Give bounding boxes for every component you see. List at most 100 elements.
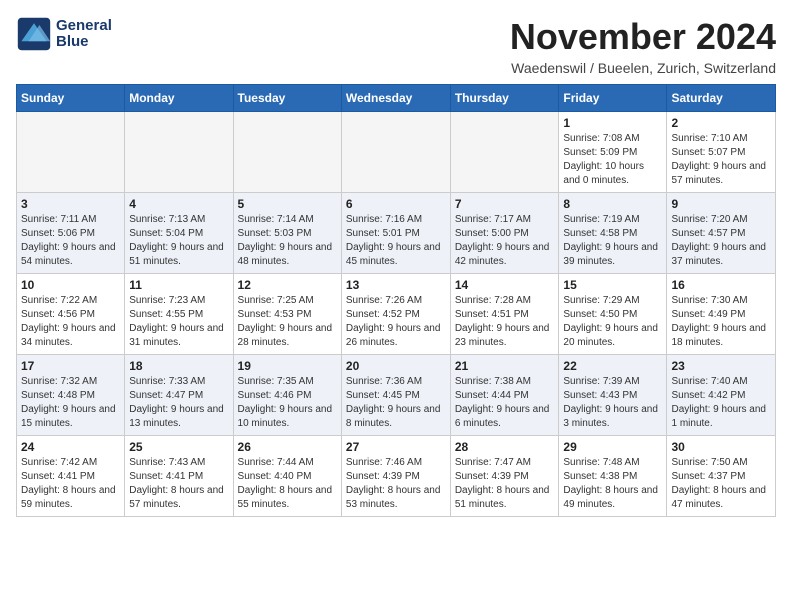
day-number: 24 bbox=[21, 440, 120, 454]
day-number: 5 bbox=[238, 197, 337, 211]
calendar-cell: 14 Sunrise: 7:28 AM Sunset: 4:51 PM Dayli… bbox=[450, 274, 559, 355]
day-info: Sunrise: 7:42 AM Sunset: 4:41 PM Dayligh… bbox=[21, 456, 120, 512]
day-number: 19 bbox=[238, 359, 337, 373]
day-info: Sunrise: 7:25 AM Sunset: 4:53 PM Dayligh… bbox=[238, 294, 337, 350]
day-number: 13 bbox=[346, 278, 446, 292]
calendar-week-4: 17 Sunrise: 7:32 AM Sunset: 4:48 PM Dayli… bbox=[17, 355, 776, 436]
weekday-header-thursday: Thursday bbox=[450, 85, 559, 112]
day-info: Sunrise: 7:10 AM Sunset: 5:07 PM Dayligh… bbox=[671, 132, 771, 188]
day-number: 21 bbox=[455, 359, 555, 373]
calendar-cell bbox=[233, 112, 341, 193]
calendar-cell: 19Sunrise: 7:35 AM Sunset: 4:46 PM Dayli… bbox=[233, 355, 341, 436]
weekday-header-saturday: Saturday bbox=[667, 85, 776, 112]
day-number: 4 bbox=[129, 197, 228, 211]
calendar-cell: 24 Sunrise: 7:42 AM Sunset: 4:41 PM Dayli… bbox=[17, 436, 125, 517]
day-number: 15 bbox=[563, 278, 662, 292]
month-title: November 2024 bbox=[510, 16, 776, 58]
day-number: 12 bbox=[238, 278, 337, 292]
day-info: Sunrise: 7:23 AM Sunset: 4:55 PM Dayligh… bbox=[129, 294, 228, 350]
calendar-cell: 4 Sunrise: 7:13 AM Sunset: 5:04 PM Daylig… bbox=[125, 193, 233, 274]
calendar-week-1: 1Sunrise: 7:08 AM Sunset: 5:09 PM Daylig… bbox=[17, 112, 776, 193]
day-info: Sunrise: 7:44 AM Sunset: 4:40 PM Dayligh… bbox=[238, 456, 337, 512]
day-number: 10 bbox=[21, 278, 120, 292]
day-info: Sunrise: 7:26 AM Sunset: 4:52 PM Dayligh… bbox=[346, 294, 446, 350]
calendar-table: SundayMondayTuesdayWednesdayThursdayFrid… bbox=[16, 84, 776, 517]
logo-icon bbox=[16, 16, 52, 52]
page-header: General Blue November 2024 Waedenswil / … bbox=[16, 16, 776, 76]
day-number: 30 bbox=[671, 440, 771, 454]
calendar-week-5: 24 Sunrise: 7:42 AM Sunset: 4:41 PM Dayli… bbox=[17, 436, 776, 517]
day-number: 14 bbox=[455, 278, 555, 292]
day-number: 18 bbox=[129, 359, 228, 373]
day-info: Sunrise: 7:36 AM Sunset: 4:45 PM Dayligh… bbox=[346, 375, 446, 431]
day-number: 22 bbox=[563, 359, 662, 373]
location-title: Waedenswil / Bueelen, Zurich, Switzerlan… bbox=[510, 60, 776, 76]
calendar-cell: 27 Sunrise: 7:46 AM Sunset: 4:39 PM Dayli… bbox=[341, 436, 450, 517]
day-info: Sunrise: 7:48 AM Sunset: 4:38 PM Dayligh… bbox=[563, 456, 662, 512]
day-number: 16 bbox=[671, 278, 771, 292]
calendar-cell: 21 Sunrise: 7:38 AM Sunset: 4:44 PM Dayli… bbox=[450, 355, 559, 436]
calendar-cell: 23Sunrise: 7:40 AM Sunset: 4:42 PM Dayli… bbox=[667, 355, 776, 436]
calendar-cell: 13 Sunrise: 7:26 AM Sunset: 4:52 PM Dayli… bbox=[341, 274, 450, 355]
calendar-cell: 5 Sunrise: 7:14 AM Sunset: 5:03 PM Daylig… bbox=[233, 193, 341, 274]
day-info: Sunrise: 7:47 AM Sunset: 4:39 PM Dayligh… bbox=[455, 456, 555, 512]
day-number: 20 bbox=[346, 359, 446, 373]
day-info: Sunrise: 7:40 AM Sunset: 4:42 PM Dayligh… bbox=[671, 375, 771, 431]
day-number: 7 bbox=[455, 197, 555, 211]
weekday-header-friday: Friday bbox=[559, 85, 667, 112]
day-info: Sunrise: 7:29 AM Sunset: 4:50 PM Dayligh… bbox=[563, 294, 662, 350]
calendar-cell: 25 Sunrise: 7:43 AM Sunset: 4:41 PM Dayli… bbox=[125, 436, 233, 517]
day-number: 3 bbox=[21, 197, 120, 211]
day-info: Sunrise: 7:38 AM Sunset: 4:44 PM Dayligh… bbox=[455, 375, 555, 431]
calendar-cell: 6 Sunrise: 7:16 AM Sunset: 5:01 PM Daylig… bbox=[341, 193, 450, 274]
day-number: 2 bbox=[671, 116, 771, 130]
calendar-cell bbox=[341, 112, 450, 193]
day-number: 26 bbox=[238, 440, 337, 454]
calendar-cell: 1Sunrise: 7:08 AM Sunset: 5:09 PM Daylig… bbox=[559, 112, 667, 193]
calendar-cell bbox=[17, 112, 125, 193]
day-number: 1 bbox=[563, 116, 662, 130]
day-info: Sunrise: 7:22 AM Sunset: 4:56 PM Dayligh… bbox=[21, 294, 120, 350]
calendar-cell: 28Sunrise: 7:47 AM Sunset: 4:39 PM Dayli… bbox=[450, 436, 559, 517]
calendar-cell: 29 Sunrise: 7:48 AM Sunset: 4:38 PM Dayli… bbox=[559, 436, 667, 517]
calendar-cell: 12 Sunrise: 7:25 AM Sunset: 4:53 PM Dayli… bbox=[233, 274, 341, 355]
calendar-cell: 10 Sunrise: 7:22 AM Sunset: 4:56 PM Dayli… bbox=[17, 274, 125, 355]
day-number: 6 bbox=[346, 197, 446, 211]
day-info: Sunrise: 7:43 AM Sunset: 4:41 PM Dayligh… bbox=[129, 456, 228, 512]
calendar-cell: 26 Sunrise: 7:44 AM Sunset: 4:40 PM Dayli… bbox=[233, 436, 341, 517]
day-number: 25 bbox=[129, 440, 228, 454]
day-info: Sunrise: 7:50 AM Sunset: 4:37 PM Dayligh… bbox=[671, 456, 771, 512]
calendar-cell: 3Sunrise: 7:11 AM Sunset: 5:06 PM Daylig… bbox=[17, 193, 125, 274]
calendar-cell: 11 Sunrise: 7:23 AM Sunset: 4:55 PM Dayli… bbox=[125, 274, 233, 355]
day-info: Sunrise: 7:14 AM Sunset: 5:03 PM Dayligh… bbox=[238, 213, 337, 269]
calendar-cell bbox=[450, 112, 559, 193]
calendar-cell: 30 Sunrise: 7:50 AM Sunset: 4:37 PM Dayli… bbox=[667, 436, 776, 517]
title-area: November 2024 Waedenswil / Bueelen, Zuri… bbox=[510, 16, 776, 76]
day-info: Sunrise: 7:17 AM Sunset: 5:00 PM Dayligh… bbox=[455, 213, 555, 269]
day-info: Sunrise: 7:46 AM Sunset: 4:39 PM Dayligh… bbox=[346, 456, 446, 512]
day-number: 8 bbox=[563, 197, 662, 211]
day-info: Sunrise: 7:32 AM Sunset: 4:48 PM Dayligh… bbox=[21, 375, 120, 431]
day-number: 17 bbox=[21, 359, 120, 373]
calendar-cell bbox=[125, 112, 233, 193]
calendar-header-row: SundayMondayTuesdayWednesdayThursdayFrid… bbox=[17, 85, 776, 112]
calendar-week-2: 3Sunrise: 7:11 AM Sunset: 5:06 PM Daylig… bbox=[17, 193, 776, 274]
weekday-header-monday: Monday bbox=[125, 85, 233, 112]
calendar-cell: 7 Sunrise: 7:17 AM Sunset: 5:00 PM Daylig… bbox=[450, 193, 559, 274]
day-info: Sunrise: 7:30 AM Sunset: 4:49 PM Dayligh… bbox=[671, 294, 771, 350]
calendar-cell: 16 Sunrise: 7:30 AM Sunset: 4:49 PM Dayli… bbox=[667, 274, 776, 355]
day-info: Sunrise: 7:19 AM Sunset: 4:58 PM Dayligh… bbox=[563, 213, 662, 269]
calendar-cell: 9Sunrise: 7:20 AM Sunset: 4:57 PM Daylig… bbox=[667, 193, 776, 274]
day-number: 29 bbox=[563, 440, 662, 454]
weekday-header-wednesday: Wednesday bbox=[341, 85, 450, 112]
day-number: 9 bbox=[671, 197, 771, 211]
day-number: 27 bbox=[346, 440, 446, 454]
day-info: Sunrise: 7:16 AM Sunset: 5:01 PM Dayligh… bbox=[346, 213, 446, 269]
calendar-week-3: 10 Sunrise: 7:22 AM Sunset: 4:56 PM Dayli… bbox=[17, 274, 776, 355]
day-info: Sunrise: 7:13 AM Sunset: 5:04 PM Dayligh… bbox=[129, 213, 228, 269]
calendar-cell: 17 Sunrise: 7:32 AM Sunset: 4:48 PM Dayli… bbox=[17, 355, 125, 436]
day-info: Sunrise: 7:28 AM Sunset: 4:51 PM Dayligh… bbox=[455, 294, 555, 350]
day-number: 11 bbox=[129, 278, 228, 292]
calendar-cell: 20 Sunrise: 7:36 AM Sunset: 4:45 PM Dayli… bbox=[341, 355, 450, 436]
calendar-cell: 2 Sunrise: 7:10 AM Sunset: 5:07 PM Daylig… bbox=[667, 112, 776, 193]
